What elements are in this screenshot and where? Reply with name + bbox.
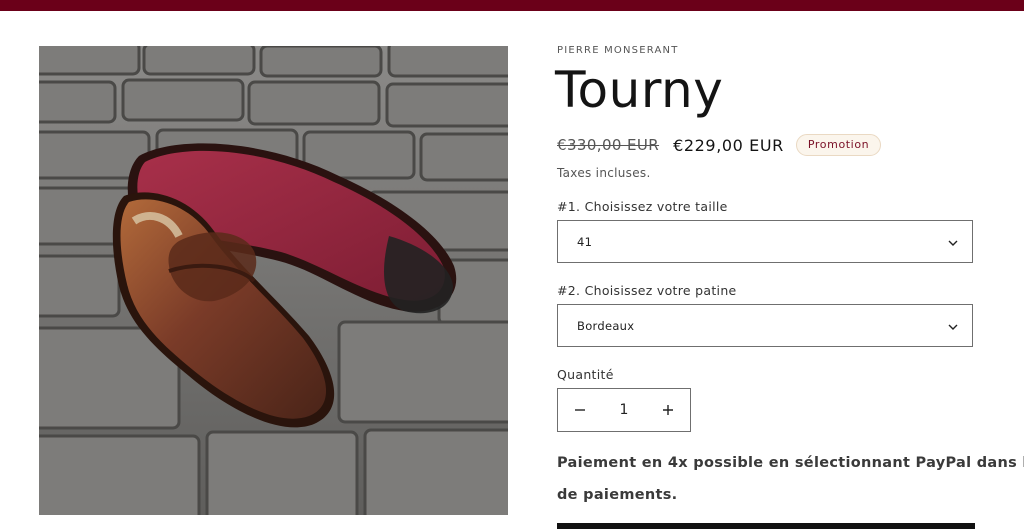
chevron-down-icon <box>948 324 958 330</box>
size-select[interactable]: 41 <box>557 220 973 263</box>
quantity-stepper: 1 <box>557 388 691 432</box>
product-info: PIERRE MONSERANT Tourny €330,00 EUR €229… <box>555 0 1024 529</box>
tax-note: Taxes incluses. <box>557 166 651 180</box>
add-to-cart-button[interactable] <box>557 523 975 529</box>
sale-badge: Promotion <box>795 134 882 156</box>
quantity-increase-button[interactable] <box>646 389 690 431</box>
sale-price: €229,00 EUR <box>673 135 784 155</box>
size-select-value: 41 <box>577 235 593 249</box>
quantity-label: Quantité <box>557 367 614 382</box>
product-title: Tourny <box>555 61 724 119</box>
size-label: #1. Choisissez votre taille <box>557 199 728 214</box>
compare-at-price: €330,00 EUR <box>557 136 660 154</box>
plus-icon <box>663 405 673 415</box>
patina-select[interactable]: Bordeaux <box>557 304 973 347</box>
patina-select-value: Bordeaux <box>577 319 635 333</box>
product-page: PIERRE MONSERANT Tourny €330,00 EUR €229… <box>0 0 1024 529</box>
price-row: €330,00 EUR €229,00 EUR Promotion <box>557 133 882 157</box>
minus-icon <box>575 409 585 411</box>
patina-label: #2. Choisissez votre patine <box>557 283 737 298</box>
chevron-down-icon <box>948 240 958 246</box>
loafer-shoe-photo <box>39 46 508 515</box>
quantity-input[interactable]: 1 <box>602 389 646 431</box>
payment-note: Paiement en 4x possible en sélectionnant… <box>557 455 1024 503</box>
product-vendor[interactable]: PIERRE MONSERANT <box>557 45 679 56</box>
product-image[interactable] <box>39 46 508 515</box>
quantity-decrease-button[interactable] <box>558 389 602 431</box>
